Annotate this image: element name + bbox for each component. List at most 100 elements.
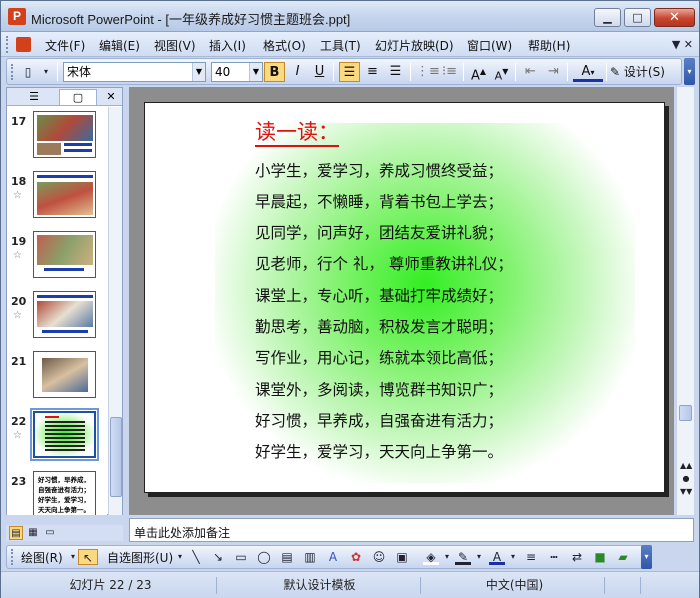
maximize-button[interactable]: □ — [624, 8, 651, 27]
slide-scroll-thumb[interactable] — [679, 405, 692, 421]
slide-thumbnail-row[interactable]: 23 好习惯，早养成， 自强奋进有活力； 好学生，爱学习， 天天向上争第一。 — [7, 471, 107, 515]
poem-line[interactable]: 早晨起，不懒睡，背着书包上学去； — [255, 190, 503, 212]
align-left-button[interactable]: ☰ — [339, 62, 360, 82]
close-button[interactable]: ✕ — [654, 8, 695, 27]
bold-button[interactable]: B — [264, 62, 285, 82]
toolbar-dropdown-icon[interactable]: ▾ — [37, 63, 55, 81]
slide-thumbnail-20[interactable] — [33, 291, 96, 338]
chevron-down-icon[interactable]: ▼ — [249, 63, 262, 81]
align-right-button[interactable]: ☰ — [385, 62, 406, 82]
slide-thumbnail-row[interactable]: 17 — [7, 111, 107, 171]
status-template[interactable]: 默认设计模板 — [219, 577, 421, 594]
font-size-select[interactable]: 40 ▼ — [211, 62, 263, 82]
poem-line[interactable]: 课堂外，多阅读，博览群书知识广； — [255, 378, 503, 400]
slide-thumbnail-23[interactable]: 好习惯，早养成， 自强奋进有活力； 好学生，爱学习， 天天向上争第一。 — [33, 471, 96, 515]
oval-icon[interactable]: ◯ — [256, 549, 272, 565]
menu-edit[interactable]: 编辑(E) — [99, 37, 140, 54]
tab-slides[interactable]: ▢ — [59, 89, 97, 105]
tab-outline[interactable]: ☰ — [10, 89, 58, 105]
menu-view[interactable]: 视图(V) — [154, 37, 196, 54]
slide-thumbnail-row[interactable]: 20 ☆ — [7, 291, 107, 351]
minimize-button[interactable]: ▁ — [594, 8, 621, 27]
thumbnails-scroll-thumb[interactable] — [110, 417, 122, 497]
slide-thumbnail-21[interactable] — [33, 351, 96, 398]
slide-22[interactable]: 读一读： 小学生，爱学习，养成习惯终受益； 早晨起，不懒睡，背着书包上学去； 见… — [144, 102, 665, 493]
slide-title[interactable]: 读一读： — [255, 119, 339, 147]
previous-slide-icon[interactable]: ▲▲ — [680, 460, 692, 472]
line-color-icon[interactable]: ✎ — [455, 549, 471, 565]
poem-line[interactable]: 好学生，爱学习，天天向上争第一。 — [255, 440, 503, 462]
select-browse-object-icon[interactable]: ● — [680, 473, 692, 485]
next-slide-icon[interactable]: ▼▼ — [680, 486, 692, 498]
menu-slideshow[interactable]: 幻灯片放映(D) — [375, 37, 454, 54]
chevron-down-icon[interactable]: ▾ — [471, 549, 487, 565]
poem-line[interactable]: 见老师，行个 礼， 尊师重教讲礼仪； — [255, 252, 513, 274]
align-center-button[interactable]: ≡ — [362, 62, 383, 82]
diagram-icon[interactable]: ✿ — [348, 549, 364, 565]
poem-line[interactable]: 好习惯，早养成，自强奋进有活力； — [255, 409, 503, 431]
fill-color-icon[interactable]: ◈ — [423, 549, 439, 565]
toolbar-grip[interactable] — [11, 549, 15, 565]
textbox-icon[interactable]: ▤ — [279, 549, 295, 565]
clipart-icon[interactable]: ☺ — [371, 549, 387, 565]
menu-insert[interactable]: 插入(I) — [209, 37, 246, 54]
poem-line[interactable]: 小学生，爱学习，养成习惯终受益； — [255, 159, 503, 181]
autoshapes-button[interactable]: 自选图形(U) — [107, 549, 173, 566]
vertical-textbox-icon[interactable]: ▥ — [302, 549, 318, 565]
thumbnails-scrollbar[interactable] — [108, 107, 122, 515]
draw-menu-button[interactable]: 绘图(R) — [21, 549, 63, 566]
chevron-down-icon[interactable]: ▼ — [192, 63, 205, 81]
font-color-icon[interactable]: A — [489, 549, 505, 565]
slide-thumbnail-row[interactable]: 21 — [7, 351, 107, 411]
rectangle-icon[interactable]: ▭ — [233, 549, 249, 565]
bullets-button[interactable]: ⁝≡ — [439, 62, 460, 82]
menu-file[interactable]: 文件(F) — [45, 37, 85, 54]
normal-view-icon[interactable]: ▤ — [9, 526, 23, 540]
design-button[interactable]: ✎ 设计(S) — [610, 63, 665, 80]
toolbar-grip[interactable] — [11, 64, 15, 80]
slide-thumbnail-17[interactable] — [33, 111, 96, 158]
select-pointer-icon[interactable]: ↖ — [78, 549, 98, 565]
chevron-down-icon[interactable]: ▾ — [439, 549, 455, 565]
slide-sorter-icon[interactable]: ▦ — [26, 526, 40, 540]
line-icon[interactable]: ╲ — [188, 549, 204, 565]
slide-thumbnail-22[interactable] — [30, 408, 99, 461]
3d-style-icon[interactable]: ▰ — [615, 549, 631, 565]
toolbar-options-button[interactable]: ▾ — [684, 58, 695, 85]
slideshow-icon[interactable]: ▭ — [43, 526, 57, 540]
arrow-style-icon[interactable]: ⇄ — [569, 549, 585, 565]
menu-format[interactable]: 格式(O) — [263, 37, 306, 54]
chevron-down-icon[interactable]: ▾ — [172, 549, 188, 565]
poem-line[interactable]: 课堂上，专心听，基础打牢成绩好； — [255, 284, 503, 306]
menu-help[interactable]: 帮助(H) — [528, 37, 570, 54]
poem-line[interactable]: 勤思考，善动脑，积极发言才聪明； — [255, 315, 503, 337]
slide-scrollbar[interactable]: ▲▲ ● ▼▼ — [676, 87, 694, 515]
drawing-toolbar-options-button[interactable]: ▾ — [641, 545, 652, 569]
poem-line[interactable]: 写作业，用心记，练就本领比高低； — [255, 346, 503, 368]
numbering-button[interactable]: ⋮≡ — [416, 62, 440, 82]
pane-close-button[interactable]: ✕ — [103, 89, 119, 105]
font-name-select[interactable]: 宋体 ▼ — [63, 62, 206, 82]
wordart-icon[interactable]: A — [325, 549, 341, 565]
shadow-style-icon[interactable]: ■ — [592, 549, 608, 565]
document-icon[interactable] — [16, 37, 31, 52]
decrease-indent-button[interactable]: ⇤ — [520, 62, 541, 82]
slide-thumbnail-18[interactable] — [33, 171, 96, 218]
font-color-button[interactable]: A▾ — [573, 62, 603, 82]
new-slide-icon[interactable]: ▯ — [19, 63, 37, 81]
underline-button[interactable]: U — [309, 62, 330, 82]
slide-thumbnail-row[interactable]: 22 ☆ — [7, 408, 107, 471]
slide-thumbnail-row[interactable]: 18 ☆ — [7, 171, 107, 231]
status-language[interactable]: 中文(中国) — [425, 577, 605, 594]
arrow-icon[interactable]: ↘ — [210, 549, 226, 565]
poem-line[interactable]: 见同学，问声好，团结友爱讲礼貌； — [255, 221, 503, 243]
menu-overflow-controls[interactable]: ▼ ✕ — [672, 38, 693, 51]
notes-field[interactable]: 单击此处添加备注 — [129, 518, 694, 542]
increase-indent-button[interactable]: ⇥ — [543, 62, 564, 82]
menu-grip[interactable] — [6, 36, 10, 53]
chevron-down-icon[interactable]: ▾ — [505, 549, 521, 565]
italic-button[interactable]: I — [287, 62, 308, 82]
menu-tools[interactable]: 工具(T) — [320, 37, 361, 54]
picture-icon[interactable]: ▣ — [394, 549, 410, 565]
slide-thumbnail-19[interactable] — [33, 231, 96, 278]
